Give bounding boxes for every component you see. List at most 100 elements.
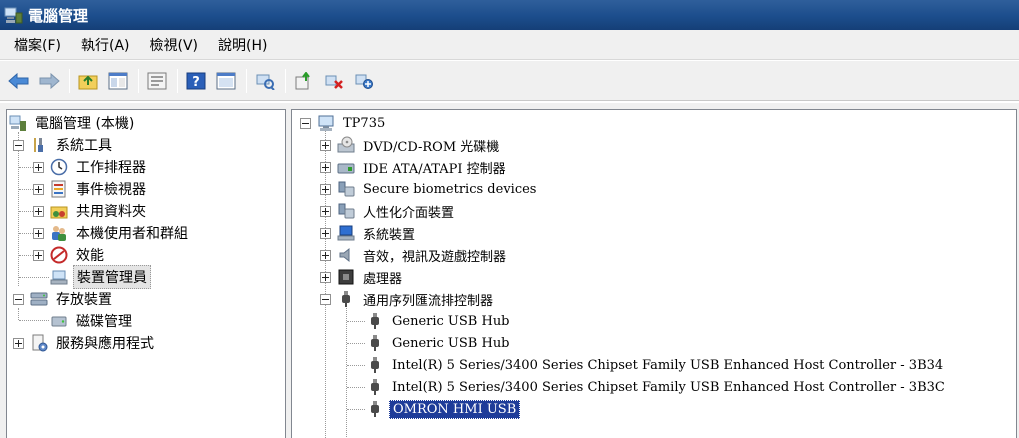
- collapse-toggle[interactable]: [13, 139, 24, 151]
- menu-file[interactable]: 檔案(F): [4, 33, 71, 57]
- usb-device-item[interactable]: Intel(R) 5 Series/3400 Series Chipset Fa…: [366, 354, 946, 376]
- device-category-processors[interactable]: 處理器: [320, 266, 405, 288]
- expand-toggle[interactable]: [320, 205, 331, 217]
- speaker-icon: [339, 247, 350, 263]
- window-title: 電腦管理: [28, 6, 89, 25]
- svg-text:?: ?: [192, 75, 200, 90]
- tree-item-disk-management[interactable]: 磁碟管理: [50, 310, 135, 332]
- console-tree-pane[interactable]: 電腦管理 (本機) 系統工具 工作排程器 事件檢視器 共用資料夾 本機使用者和群…: [6, 109, 286, 438]
- expand-toggle[interactable]: [320, 161, 331, 173]
- help-button[interactable]: ?: [183, 68, 209, 94]
- shared-folder-icon: [50, 206, 68, 219]
- device-manager-icon: [50, 270, 68, 285]
- device-category-usb[interactable]: 通用序列匯流排控制器: [320, 288, 496, 310]
- device-category-dvd[interactable]: DVD/CD-ROM 光碟機: [320, 134, 502, 156]
- usb-device-item[interactable]: Generic USB Hub: [366, 332, 513, 354]
- console-tree-button[interactable]: [213, 68, 239, 94]
- uninstall-button[interactable]: [321, 68, 347, 94]
- menu-bar: 檔案(F) 執行(A) 檢視(V) 說明(H): [0, 30, 1019, 60]
- show-tree-button[interactable]: [105, 68, 131, 94]
- update-driver-button[interactable]: [291, 68, 317, 94]
- device-category-biometrics[interactable]: Secure biometrics devices: [320, 178, 539, 200]
- tree-item-performance[interactable]: 效能: [33, 244, 107, 266]
- properties-icon: [147, 72, 167, 89]
- update-driver-icon: [295, 71, 310, 89]
- expand-toggle[interactable]: [33, 227, 44, 239]
- disable-device-icon: [355, 74, 373, 89]
- expand-toggle[interactable]: [33, 205, 44, 217]
- scan-hardware-icon: [256, 74, 275, 90]
- toolbar-separator: [69, 68, 70, 93]
- usb-device-item-selected[interactable]: OMRON HMI USB: [366, 398, 521, 420]
- ide-controller-icon: [337, 163, 355, 174]
- computer-management-icon: [4, 7, 23, 24]
- expand-toggle[interactable]: [320, 249, 331, 261]
- menu-view[interactable]: 檢視(V): [140, 33, 209, 57]
- expand-toggle[interactable]: [320, 271, 331, 283]
- device-root[interactable]: TP735: [300, 112, 388, 134]
- tree-item-task-scheduler[interactable]: 工作排程器: [33, 156, 149, 178]
- device-category-system[interactable]: 系統裝置: [320, 222, 418, 244]
- uninstall-icon: [325, 75, 343, 89]
- device-category-sound[interactable]: 音效，視訊及遊戲控制器: [320, 244, 509, 266]
- properties-button[interactable]: [144, 68, 170, 94]
- usb-icon: [371, 313, 379, 329]
- biometric-device-icon: [338, 181, 355, 197]
- collapse-toggle[interactable]: [13, 293, 24, 305]
- tree-item-services-applications[interactable]: 服務與應用程式: [13, 332, 157, 354]
- services-icon: [32, 334, 48, 352]
- processor-icon: [338, 269, 354, 285]
- title-bar: 電腦管理: [0, 0, 1019, 30]
- users-icon: [52, 226, 66, 241]
- device-tree-pane[interactable]: TP735 DVD/CD-ROM 光碟機 IDE ATA/ATAPI 控制器 S…: [291, 109, 1017, 438]
- usb-icon: [371, 379, 379, 395]
- tree-item-storage[interactable]: 存放裝置: [13, 288, 115, 310]
- usb-device-item[interactable]: Intel(R) 5 Series/3400 Series Chipset Fa…: [366, 376, 948, 398]
- tree-item-device-manager[interactable]: 裝置管理員: [50, 265, 151, 289]
- expand-toggle[interactable]: [13, 337, 24, 349]
- performance-icon: [50, 246, 68, 264]
- console-tree-icon: [216, 72, 236, 89]
- expand-toggle[interactable]: [33, 183, 44, 195]
- menu-help[interactable]: 說明(H): [208, 33, 277, 57]
- dvd-drive-icon: [337, 136, 355, 153]
- expand-toggle[interactable]: [33, 161, 44, 173]
- collapse-toggle[interactable]: [320, 293, 331, 305]
- show-tree-icon: [108, 72, 128, 89]
- tree-item-local-users-groups[interactable]: 本機使用者和群組: [33, 222, 191, 244]
- expand-toggle[interactable]: [320, 227, 331, 239]
- up-level-button[interactable]: [75, 68, 101, 94]
- device-category-ide[interactable]: IDE ATA/ATAPI 控制器: [320, 156, 509, 178]
- up-folder-icon: [78, 75, 98, 89]
- system-tools-icon: [34, 138, 43, 152]
- expand-toggle[interactable]: [320, 183, 331, 195]
- back-button[interactable]: [6, 68, 32, 94]
- content-area: 電腦管理 (本機) 系統工具 工作排程器 事件檢視器 共用資料夾 本機使用者和群…: [0, 103, 1019, 438]
- tree-item-event-viewer[interactable]: 事件檢視器: [33, 178, 149, 200]
- computer-icon: [318, 115, 334, 131]
- usb-icon: [371, 335, 379, 351]
- system-device-icon: [337, 225, 355, 241]
- disable-device-button[interactable]: [351, 68, 377, 94]
- menu-action[interactable]: 執行(A): [71, 33, 140, 57]
- toolbar: ?: [0, 61, 1019, 101]
- tree-root[interactable]: 電腦管理 (本機): [9, 112, 137, 134]
- forward-button[interactable]: [36, 68, 62, 94]
- tree-item-shared-folders[interactable]: 共用資料夾: [33, 200, 149, 222]
- forward-arrow-icon: [39, 72, 60, 89]
- back-arrow-icon: [8, 72, 29, 89]
- tree-item-system-tools[interactable]: 系統工具: [13, 134, 115, 156]
- toolbar-separator: [138, 68, 139, 93]
- storage-icon: [30, 292, 48, 306]
- expand-toggle[interactable]: [33, 249, 44, 261]
- collapse-toggle[interactable]: [300, 117, 311, 129]
- event-viewer-icon: [51, 180, 66, 198]
- hid-icon: [338, 203, 355, 219]
- usb-device-item[interactable]: Generic USB Hub: [366, 310, 513, 332]
- toolbar-separator: [246, 68, 247, 93]
- help-icon: ?: [186, 72, 206, 90]
- device-category-hid[interactable]: 人性化介面裝置: [320, 200, 457, 222]
- clock-icon: [50, 158, 68, 176]
- expand-toggle[interactable]: [320, 139, 331, 151]
- scan-hardware-button[interactable]: [252, 68, 278, 94]
